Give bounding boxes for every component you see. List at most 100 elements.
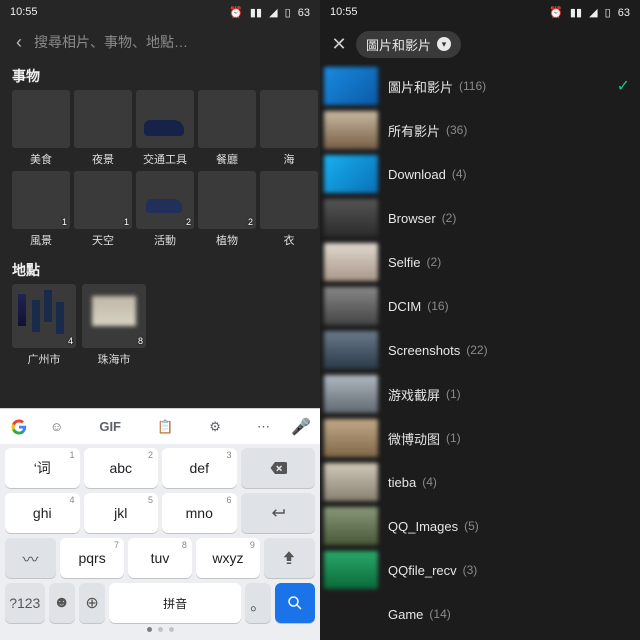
key[interactable]: 1‘词 [5, 448, 80, 488]
folder-row[interactable]: Download (4) [320, 152, 640, 196]
category-tile[interactable]: 衣 [260, 171, 318, 248]
folder-name: Browser [388, 211, 436, 226]
folder-name: Download [388, 167, 446, 182]
folder-list[interactable]: 圖片和影片(116)✓所有影片(36)Download(4)Browser(2)… [320, 64, 640, 640]
clock: 10:55 [10, 6, 38, 18]
search-bar[interactable]: ‹ 搜尋相片、事物、地點… [0, 24, 320, 60]
folder-dropdown[interactable]: 圖片和影片 ▾ [356, 31, 461, 58]
mic-icon[interactable]: 🎤 [288, 414, 314, 440]
folder-count: (22) [466, 343, 487, 357]
space-key[interactable]: 拼音 [109, 583, 241, 623]
folder-header: ✕ 圖片和影片 ▾ [320, 24, 640, 64]
shift-key[interactable] [264, 538, 315, 578]
key[interactable]: 6mno [162, 493, 237, 533]
settings-icon[interactable]: ⚙ [209, 419, 221, 435]
category-tile[interactable]: 美食 [12, 90, 70, 167]
category-tile[interactable]: 1風景 [12, 171, 70, 248]
folder-count: (2) [442, 211, 457, 225]
folder-thumb [324, 375, 378, 413]
emoji-key[interactable]: ☻ [49, 583, 75, 623]
category-tile[interactable]: 交通工具 [136, 90, 194, 167]
signal-icon: ◢ [589, 6, 597, 19]
signal-icon: ▮▮ [250, 6, 262, 19]
folder-count: (3) [463, 563, 478, 577]
folder-row[interactable]: Game(14) [320, 592, 640, 636]
folder-row[interactable]: Selfie(2) [320, 240, 640, 284]
period-key[interactable]: 。 [245, 583, 271, 623]
sticker-icon[interactable]: ☺ [50, 419, 63, 435]
category-tile[interactable]: 1天空 [74, 171, 132, 248]
folder-thumb [324, 67, 378, 105]
enter-key[interactable] [241, 493, 316, 533]
key[interactable]: 8tuv [128, 538, 192, 578]
things-row-2: 1風景 1天空 2活動 2植物 衣 [0, 171, 320, 248]
category-tile[interactable]: 海 [260, 90, 318, 167]
folder-count: (1) [446, 387, 461, 401]
things-row-1: 美食 夜景 交通工具 餐廳 海 [0, 90, 320, 167]
folder-thumb [324, 507, 378, 545]
folder-dropdown-label: 圖片和影片 [366, 35, 431, 54]
hide-key[interactable]: 〰 [5, 538, 56, 578]
folder-count: (116) [459, 79, 486, 93]
right-screen: 10:55 ⏰ ▮▮ ◢ ▯ 63 ✕ 圖片和影片 ▾ 圖片和影片 (116) ✓ 所… [320, 0, 640, 640]
key[interactable]: 7pqrs [60, 538, 124, 578]
category-tile[interactable]: 2植物 [198, 171, 256, 248]
folder-thumb [324, 287, 378, 325]
check-icon: ✓ [617, 76, 630, 96]
folder-name: 所有影片 [388, 121, 440, 140]
battery-text: 63 [618, 7, 630, 19]
place-tile[interactable]: 4广州市 [12, 284, 76, 367]
folder-row[interactable]: 微博动图(1) [320, 416, 640, 460]
folder-thumb [324, 463, 378, 501]
folder-thumb [324, 419, 378, 457]
left-screen: 10:55 ⏰ ▮▮ ◢ ▯ 63 ‹ 搜尋相片、事物、地點… 事物 美食 夜景… [0, 0, 320, 640]
clipboard-icon[interactable]: 📋 [157, 419, 173, 435]
back-icon[interactable]: ‹ [8, 32, 30, 53]
category-tile[interactable]: 餐廳 [198, 90, 256, 167]
folder-row[interactable]: Screenshots(22) [320, 328, 640, 372]
folder-row[interactable]: QQ_Images(5) [320, 504, 640, 548]
key[interactable]: 9wxyz [196, 538, 260, 578]
signal-icon: ◢ [269, 6, 277, 19]
folder-name: 微博动图 [388, 429, 440, 448]
section-places: 地點 [0, 254, 320, 284]
globe-key[interactable]: ⊕ [79, 583, 105, 623]
key[interactable]: 4ghi [5, 493, 80, 533]
key[interactable]: 3def [162, 448, 237, 488]
google-icon[interactable] [6, 414, 32, 440]
folder-name: tieba [388, 475, 416, 490]
battery-icon: ▯ [285, 6, 291, 19]
folder-name: Game [388, 607, 423, 622]
section-things: 事物 [0, 60, 320, 90]
folder-count: (36) [446, 123, 467, 137]
folder-row[interactable]: DCIM(16) [320, 284, 640, 328]
key[interactable]: 2abc [84, 448, 159, 488]
page-dots [3, 625, 317, 637]
folder-thumb [324, 595, 378, 633]
close-icon[interactable]: ✕ [328, 34, 350, 55]
category-tile[interactable]: 2活動 [136, 171, 194, 248]
folder-count: (4) [422, 475, 437, 489]
folder-count: (4) [452, 167, 467, 181]
status-bar: 10:55 ⏰ ▮▮ ◢ ▯ 63 [320, 0, 640, 24]
place-tile[interactable]: 8珠海市 [82, 284, 146, 367]
backspace-key[interactable] [241, 448, 316, 488]
folder-row[interactable]: 游戏截屏(1) [320, 372, 640, 416]
folder-row[interactable]: tieba (4) [320, 460, 640, 504]
clock: 10:55 [330, 6, 358, 18]
category-tile[interactable]: 夜景 [74, 90, 132, 167]
key[interactable]: 5jkl [84, 493, 159, 533]
folder-thumb [324, 243, 378, 281]
gif-button[interactable]: GIF [99, 419, 121, 435]
folder-row[interactable]: QQfile_recv(3) [320, 548, 640, 592]
folder-row[interactable]: 圖片和影片(116)✓ [320, 64, 640, 108]
search-key[interactable] [275, 583, 315, 623]
folder-name: QQ_Images [388, 519, 458, 534]
more-icon[interactable]: ⋯ [257, 419, 270, 435]
folder-thumb [324, 551, 378, 589]
symbols-key[interactable]: ?123 [5, 583, 45, 623]
folder-thumb [324, 155, 378, 193]
alarm-icon: ⏰ [229, 6, 243, 19]
folder-row[interactable]: Browser (2) [320, 196, 640, 240]
folder-row[interactable]: 所有影片 (36) [320, 108, 640, 152]
